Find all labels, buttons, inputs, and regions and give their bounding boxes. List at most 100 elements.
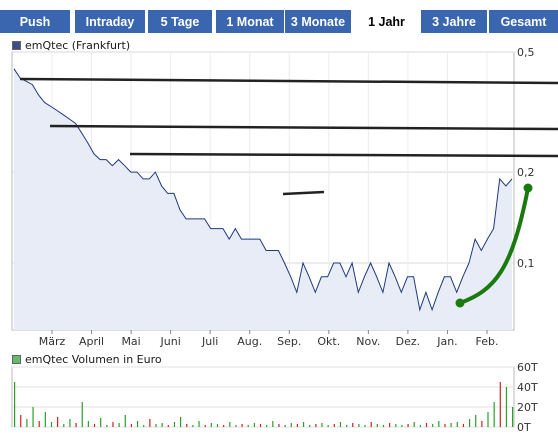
- volume-plot-area: [11, 366, 515, 428]
- volume-bar: [376, 424, 378, 427]
- x-tick-label: Juni: [160, 335, 181, 348]
- volume-bar: [20, 415, 22, 427]
- volume-bar: [315, 424, 317, 427]
- volume-bar: [173, 422, 176, 427]
- volume-bar: [487, 412, 489, 427]
- volume-bar: [389, 423, 391, 427]
- volume-bar: [38, 421, 40, 427]
- volume-bar: [284, 425, 286, 427]
- x-tick-label: April: [79, 335, 104, 348]
- volume-bar: [26, 419, 28, 427]
- volume-bar: [229, 422, 231, 427]
- annotation-end-dot: [523, 183, 533, 193]
- volume-y-tick-label: 40T: [517, 381, 538, 394]
- volume-bar: [370, 422, 372, 427]
- x-tick-label: März: [39, 335, 66, 348]
- x-tick-label: Okt.: [317, 335, 340, 348]
- x-tick-label: Aug.: [237, 335, 262, 348]
- volume-bar: [505, 387, 508, 427]
- volume-bar: [419, 425, 421, 427]
- volume-bar: [259, 424, 262, 427]
- volume-bar: [499, 382, 501, 427]
- volume-bar: [198, 421, 200, 427]
- volume-bar: [253, 423, 255, 427]
- annotation-start-dot: [455, 298, 465, 308]
- volume-bar: [87, 421, 89, 427]
- volume-bar: [192, 425, 194, 427]
- volume-y-tick-label: 0T: [517, 421, 531, 434]
- volume-bar: [100, 418, 102, 427]
- volume-bar: [223, 425, 225, 427]
- volume-bar: [395, 424, 397, 427]
- volume-bar: [346, 425, 348, 427]
- y-tick-label: 0,5: [517, 46, 535, 59]
- volume-y-tick-label: 20T: [517, 401, 538, 414]
- y-tick-label: 0,1: [517, 257, 535, 270]
- volume-bar: [425, 423, 428, 427]
- volume-bar: [272, 421, 274, 427]
- volume-bar: [50, 422, 53, 427]
- volume-bar: [302, 422, 305, 427]
- volume-bar: [481, 421, 483, 427]
- volume-bar: [204, 425, 206, 427]
- volume-bar: [382, 425, 385, 427]
- volume-bar: [407, 424, 409, 427]
- volume-bar: [364, 425, 366, 427]
- volume-bar: [32, 407, 34, 427]
- x-tick-label: Nov.: [356, 335, 380, 348]
- volume-bar: [327, 425, 329, 427]
- volume-bar: [57, 417, 59, 427]
- volume-bar: [438, 421, 440, 427]
- volume-bar: [130, 424, 133, 427]
- volume-bar: [75, 423, 77, 427]
- volume-bar: [186, 424, 188, 427]
- volume-bar: [278, 424, 280, 427]
- volume-bar: [462, 424, 465, 427]
- volume-bar: [444, 424, 446, 427]
- volume-bar: [124, 415, 126, 427]
- volume-bar: [143, 425, 145, 427]
- volume-bar: [216, 424, 219, 427]
- volume-bar: [81, 402, 83, 427]
- volume-bar: [14, 382, 16, 427]
- volume-bar: [358, 424, 360, 427]
- x-tick-label: Sep.: [277, 335, 301, 348]
- volume-bar: [241, 424, 243, 427]
- x-tick-label: Jan.: [436, 335, 457, 348]
- volume-bar: [339, 422, 342, 427]
- volume-bar: [266, 425, 268, 427]
- volume-bar: [432, 424, 434, 427]
- volume-bar: [69, 419, 71, 427]
- volume-bar: [106, 425, 108, 427]
- volume-bar: [296, 424, 299, 427]
- volume-bar: [235, 425, 237, 427]
- volume-bar: [512, 407, 514, 427]
- volume-bar: [210, 423, 212, 427]
- volume-bar: [401, 425, 403, 427]
- volume-bar: [155, 424, 157, 427]
- volume-bar: [112, 422, 114, 427]
- volume-bar: [352, 423, 354, 427]
- volume-bar: [149, 419, 151, 427]
- volume-bar: [456, 422, 458, 427]
- y-tick-label: 0,2: [517, 166, 535, 179]
- volume-bar: [161, 423, 163, 427]
- volume-bar: [118, 423, 120, 427]
- volume-bar: [247, 425, 249, 427]
- x-tick-label: Mai: [121, 335, 140, 348]
- volume-bar: [290, 423, 292, 427]
- volume-bar: [44, 412, 46, 427]
- volume-bar: [63, 424, 65, 427]
- volume-bar: [493, 402, 495, 427]
- volume-bar: [413, 422, 415, 427]
- x-tick-label: Dez.: [396, 335, 421, 348]
- volume-bar: [309, 425, 311, 427]
- volume-bar: [450, 423, 452, 427]
- x-tick-label: Juli: [201, 335, 218, 348]
- chart-svg: März April Mai Juni Juli Aug. Sep. Okt. Nov. Dez.…: [11, 46, 558, 434]
- volume-bar: [475, 415, 477, 427]
- x-tick-label: Feb.: [476, 335, 499, 348]
- volume-bar: [93, 424, 96, 427]
- volume-bar: [321, 423, 323, 427]
- volume-bar: [468, 419, 471, 427]
